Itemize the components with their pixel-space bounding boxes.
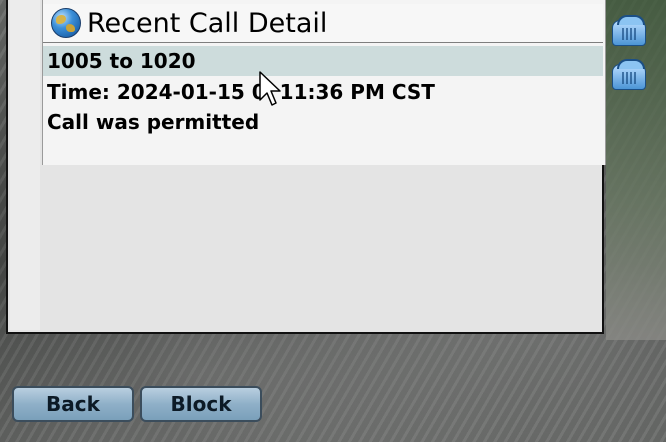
call-time-row: Time: 2024-01-15 0 11:36 PM CST [43, 77, 603, 107]
call-status-row: Call was permitted [43, 107, 603, 137]
phone-screen: Recent Call Detail 1005 to 1020 Time: 20… [6, 0, 606, 334]
back-button[interactable]: Back [12, 386, 134, 422]
call-detail-panel: Recent Call Detail 1005 to 1020 Time: 20… [42, 0, 606, 165]
phone-icon[interactable] [612, 15, 646, 46]
call-time-text-rest: 11:36 PM CST [279, 80, 435, 104]
screen-left-strip [10, 0, 40, 330]
page-title: Recent Call Detail [87, 7, 328, 39]
background-foliage [606, 0, 666, 340]
title-bar: Recent Call Detail [43, 4, 603, 43]
globe-icon [51, 8, 81, 38]
call-participants-row[interactable]: 1005 to 1020 [43, 46, 603, 76]
phone-icon[interactable] [612, 59, 646, 90]
mouse-cursor-icon [259, 71, 281, 106]
call-status-text: Call was permitted [47, 110, 260, 134]
call-time-text: Time: 2024-01-15 0 [47, 80, 266, 104]
call-participants-text: 1005 to 1020 [47, 49, 196, 73]
block-button[interactable]: Block [140, 386, 262, 422]
